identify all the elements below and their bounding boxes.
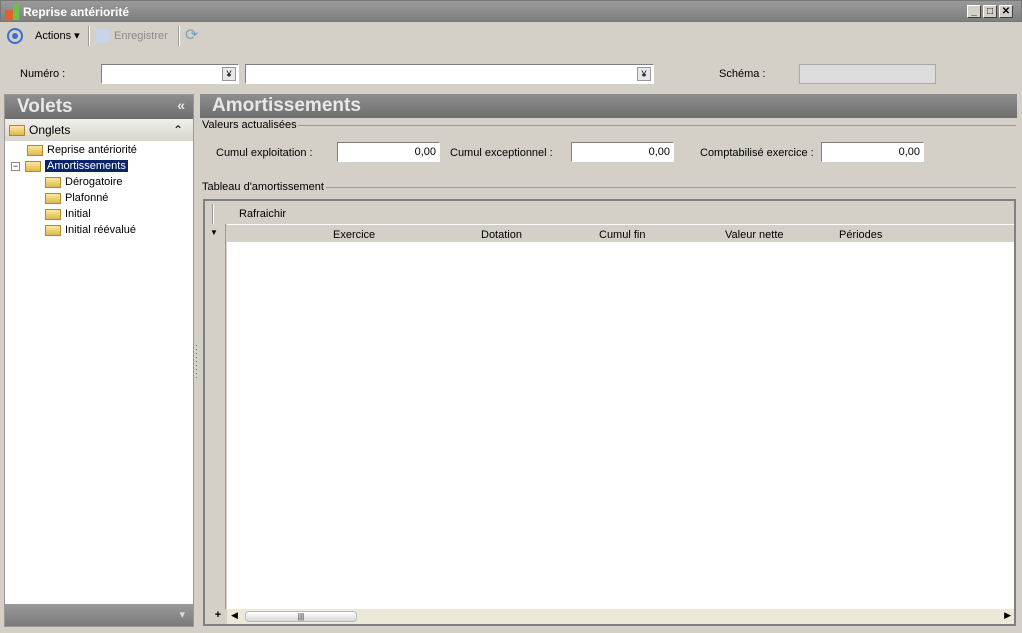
divider — [326, 187, 1016, 188]
divider — [298, 125, 1016, 126]
comptabilise-exercice-value: 0,00 — [898, 146, 920, 158]
amortization-grid: Rafraichir ▼ Exercice Dotation Cumul fin… — [203, 199, 1016, 626]
close-button[interactable]: ✕ — [999, 5, 1013, 18]
app-logo-icon — [5, 4, 19, 20]
title-bar: Reprise antériorité _ □ ✕ — [0, 0, 1022, 22]
folder-icon — [9, 125, 25, 137]
save-icon — [96, 29, 110, 44]
column-cumul-fin[interactable]: Cumul fin — [599, 229, 645, 241]
save-label: Enregistrer — [114, 30, 168, 42]
scroll-left-icon[interactable]: ◀ — [231, 610, 238, 621]
collapse-section-icon[interactable]: ⌃ — [173, 119, 183, 141]
section-onglets[interactable]: Onglets ⌃ — [5, 119, 193, 141]
add-row-button[interactable]: + — [211, 609, 225, 621]
refresh-button[interactable]: Rafraichir — [239, 208, 286, 220]
tree-label: Reprise antériorité — [47, 144, 137, 156]
actions-menu[interactable]: Actions ▾ — [35, 26, 80, 46]
schema-input[interactable] — [799, 64, 936, 84]
sidebar-header: Volets « — [5, 95, 193, 119]
grid-toolbar-grip — [212, 204, 214, 224]
column-periodes[interactable]: Périodes — [839, 229, 882, 241]
sidebar-title: Volets — [17, 96, 73, 117]
back-icon[interactable] — [6, 27, 24, 45]
schema-label: Schéma : — [719, 68, 766, 80]
collapse-sidebar-button[interactable]: « — [177, 97, 185, 113]
folder-icon — [27, 144, 43, 156]
window-title: Reprise antériorité — [23, 5, 130, 19]
splitter-handle[interactable]: · · · · · · · · · — [195, 342, 198, 382]
grid-menu-icon[interactable]: ▼ — [210, 228, 218, 237]
cumul-exceptionnel-input[interactable]: 0,00 — [571, 142, 674, 162]
table-group-label: Tableau d'amortissement — [202, 181, 324, 193]
tree-item-plafonne[interactable]: Plafonné — [45, 190, 108, 206]
column-exercice[interactable]: Exercice — [333, 229, 375, 241]
column-valeur-nette[interactable]: Valeur nette — [725, 229, 784, 241]
grid-body — [227, 242, 1014, 609]
folder-icon — [45, 176, 61, 188]
tree-label: Amortissements — [45, 160, 128, 172]
numero-label: Numéro : — [20, 68, 66, 80]
cumul-exceptionnel-label: Cumul exceptionnel : — [450, 147, 553, 159]
values-group-label: Valeurs actualisées — [202, 119, 297, 131]
comptabilise-exercice-label: Comptabilisé exercice : — [700, 147, 814, 159]
folder-open-icon — [25, 160, 41, 172]
horizontal-scrollbar[interactable]: + ◀ ||| ▶ — [215, 609, 1014, 624]
cumul-exploitation-label: Cumul exploitation : — [216, 147, 313, 159]
actions-label: Actions — [35, 30, 72, 42]
collapse-node-icon[interactable]: − — [11, 162, 20, 171]
section-label: Onglets — [29, 123, 71, 137]
cumul-exploitation-input[interactable]: 0,00 — [337, 142, 440, 162]
toolbar-separator — [178, 26, 180, 46]
folder-icon — [45, 192, 61, 204]
dropdown-icon[interactable]: ¥ — [637, 67, 651, 81]
save-button[interactable]: Enregistrer — [96, 26, 168, 46]
folder-icon — [45, 208, 61, 220]
tree-label: Dérogatoire — [65, 176, 123, 188]
row-indicator-column: ▼ — [205, 224, 226, 609]
toolbar-separator — [88, 26, 90, 46]
comptabilise-exercice-input[interactable]: 0,00 — [821, 142, 924, 162]
sidebar-footer-expand[interactable]: ▾ — [5, 604, 193, 626]
grid-header: Exercice Dotation Cumul fin Valeur nette… — [227, 224, 1014, 242]
column-dotation[interactable]: Dotation — [481, 229, 522, 241]
folder-icon — [45, 224, 61, 236]
tree-item-reprise[interactable]: Reprise antériorité — [27, 142, 137, 158]
tree-label: Initial réévalué — [65, 224, 136, 236]
numero-description-input[interactable]: ¥ — [245, 64, 654, 84]
minimize-button[interactable]: _ — [967, 5, 981, 18]
tree-item-initial[interactable]: Initial — [45, 206, 91, 222]
cumul-exceptionnel-value: 0,00 — [648, 146, 670, 158]
scroll-right-icon[interactable]: ▶ — [1004, 610, 1011, 621]
cumul-exploitation-value: 0,00 — [414, 146, 436, 158]
tree-label: Initial — [65, 208, 91, 220]
refresh-icon[interactable]: ⟳ — [185, 26, 198, 46]
main-header: Amortissements — [200, 94, 1017, 118]
main-title: Amortissements — [212, 95, 361, 116]
tree-item-amortissements[interactable]: − Amortissements — [11, 158, 128, 174]
maximize-button[interactable]: □ — [983, 5, 997, 18]
numero-input[interactable]: ¥ — [101, 64, 239, 84]
sidebar: Volets « Onglets ⌃ Reprise antériorité −… — [4, 94, 194, 627]
tree-item-initial-reevalue[interactable]: Initial réévalué — [45, 222, 136, 238]
tree-item-derogatoire[interactable]: Dérogatoire — [45, 174, 122, 190]
tree-label: Plafonné — [65, 192, 109, 204]
scrollbar-thumb[interactable]: ||| — [245, 611, 357, 622]
dropdown-icon[interactable]: ¥ — [222, 67, 236, 81]
